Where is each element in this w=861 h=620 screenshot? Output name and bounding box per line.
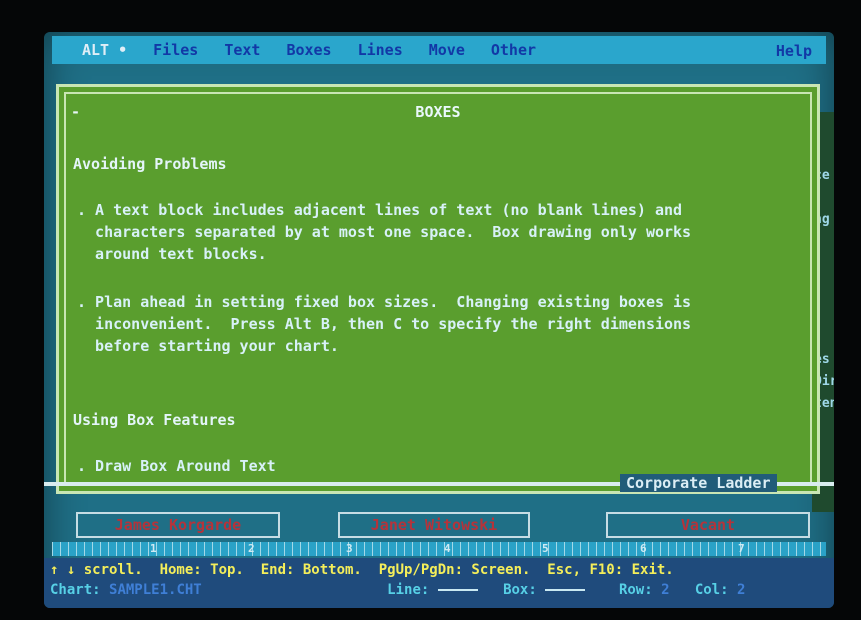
- ruler-ticks: [52, 542, 826, 556]
- ruler-number: 4: [444, 542, 451, 555]
- row-label: Row:: [618, 582, 653, 598]
- col-value: 2: [736, 582, 746, 598]
- ruler-number: 6: [640, 542, 647, 555]
- menu-other[interactable]: Other: [491, 41, 536, 59]
- help-window-title: BOXES: [415, 103, 461, 121]
- keyboard-hints: ↑ ↓ scroll. Home: Top. End: Bottom. PgUp…: [50, 562, 674, 578]
- col-label: Col:: [694, 582, 729, 598]
- menu-bar: ALT • Files Text Boxes Lines Move Other …: [52, 36, 826, 64]
- line-style-sample: [437, 589, 478, 591]
- status-info-line: Chart: SAMPLE1.CHT Line: Box: Row: 2 Col…: [50, 582, 745, 598]
- menu-lines[interactable]: Lines: [358, 41, 403, 59]
- org-box-vacant[interactable]: Vacant: [606, 512, 810, 538]
- help-paragraph-box-sizes: . Plan ahead in setting fixed box sizes.…: [77, 293, 692, 355]
- chart-title: Corporate Ladder: [620, 474, 777, 492]
- box-style-sample: [545, 589, 586, 591]
- row-value: 2: [661, 582, 670, 598]
- menu-files[interactable]: Files: [153, 41, 198, 59]
- ruler-number: 3: [346, 542, 353, 555]
- menu-text[interactable]: Text: [224, 41, 260, 59]
- ruler-number: 1: [150, 542, 157, 555]
- monitor-screen: ALT • Files Text Boxes Lines Move Other …: [44, 32, 834, 608]
- org-box-janet-witowski[interactable]: Janet Witowski: [338, 512, 530, 538]
- menu-alt[interactable]: ALT •: [82, 41, 127, 59]
- section-heading-box-features: Using Box Features: [73, 411, 236, 429]
- org-box-james-korgarde[interactable]: James Korgarde: [76, 512, 280, 538]
- box-label: Box:: [503, 582, 537, 598]
- chart-label: Chart:: [50, 582, 101, 598]
- status-bar: ↑ ↓ scroll. Home: Top. End: Bottom. PgUp…: [44, 558, 834, 608]
- ruler-number: 7: [738, 542, 745, 555]
- line-label: Line:: [387, 582, 430, 598]
- menu-move[interactable]: Move: [429, 41, 465, 59]
- section-heading-avoiding-problems: Avoiding Problems: [73, 155, 227, 173]
- ruler-number: 5: [542, 542, 549, 555]
- ruler-number: 2: [248, 542, 255, 555]
- chart-filename: SAMPLE1.CHT: [109, 582, 202, 598]
- help-item-draw-box[interactable]: . Draw Box Around Text: [77, 455, 276, 477]
- help-window: - BOXES Avoiding Problems . A text block…: [56, 84, 820, 494]
- org-chart-row: James Korgarde Janet Witowski Vacant: [44, 510, 834, 540]
- help-paragraph-text-block: . A text block includes adjacent lines o…: [77, 201, 692, 263]
- menu-help[interactable]: Help: [776, 42, 812, 60]
- column-ruler: 1 2 3 4 5 6 7: [52, 542, 826, 556]
- menu-boxes[interactable]: Boxes: [286, 41, 331, 59]
